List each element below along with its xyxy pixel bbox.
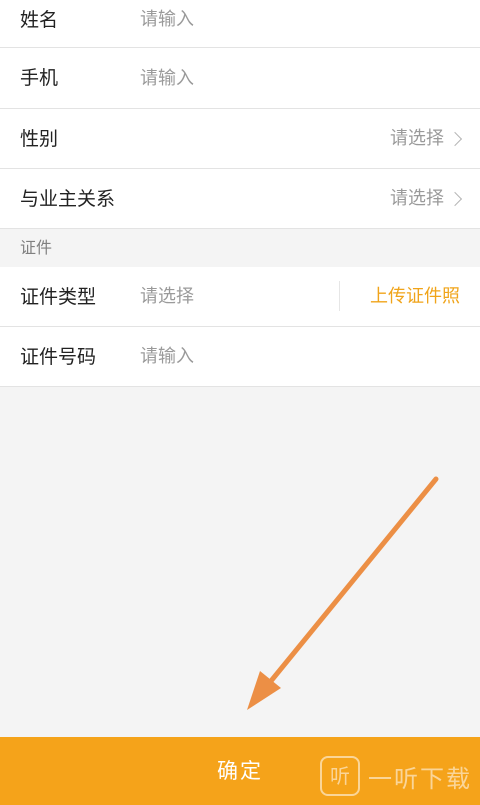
name-input[interactable]: 请输入 (140, 0, 194, 40)
phone-input[interactable]: 请输入 (140, 48, 194, 109)
relation-row[interactable]: 与业主关系 请选择 (0, 169, 480, 229)
phone-row[interactable]: 手机 请输入 (0, 48, 480, 109)
relation-select-value: 请选择 (390, 188, 444, 209)
certificate-number-label: 证件号码 (20, 346, 97, 368)
watermark-text: 一听下载 (368, 764, 472, 793)
vertical-divider (339, 281, 340, 311)
certificate-number-row[interactable]: 证件号码 请输入 (0, 327, 480, 387)
chevron-right-icon (447, 191, 463, 207)
upload-certificate-button[interactable]: 上传证件照 (370, 267, 460, 327)
name-row[interactable]: 姓名 请输入 (0, 0, 480, 48)
name-label: 姓名 (20, 9, 59, 31)
chevron-right-icon (447, 131, 463, 147)
gender-row[interactable]: 性别 请选择 (0, 109, 480, 169)
certificate-type-select[interactable]: 请选择 (140, 267, 194, 327)
gender-label: 性别 (20, 128, 59, 150)
relation-select[interactable]: 请选择 (390, 169, 463, 229)
watermark: 听 一听下载 (320, 752, 472, 800)
watermark-logo: 听 (320, 756, 360, 796)
gender-select[interactable]: 请选择 (390, 109, 463, 169)
relation-label: 与业主关系 (20, 188, 116, 210)
certificate-type-label: 证件类型 (20, 286, 97, 308)
gender-select-value: 请选择 (390, 128, 444, 149)
certificate-number-input[interactable]: 请输入 (140, 327, 194, 387)
certificate-section-header: 证件 (0, 229, 480, 267)
certificate-type-row[interactable]: 证件类型 请选择 上传证件照 (0, 267, 480, 327)
certificate-section-title: 证件 (20, 238, 53, 257)
phone-label: 手机 (20, 67, 59, 89)
